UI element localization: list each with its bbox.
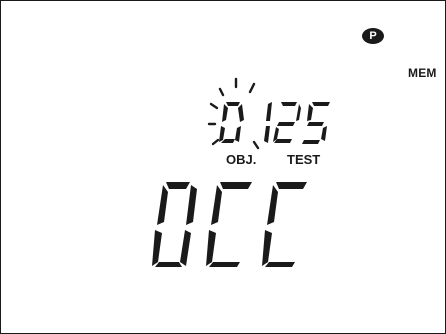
test-digit-1 [264,102,272,143]
main-digit-c2 [262,182,307,267]
test-label: TEST [287,152,321,167]
object-label: OBJ. [226,152,257,167]
test-digit-2 [273,102,301,143]
blink-rays-icon [207,77,260,150]
main-digit-c1 [206,182,252,267]
main-digit-o [152,182,197,267]
test-digit-5 [302,102,330,144]
object-digit-0 [219,102,244,143]
segment-display [152,77,330,267]
